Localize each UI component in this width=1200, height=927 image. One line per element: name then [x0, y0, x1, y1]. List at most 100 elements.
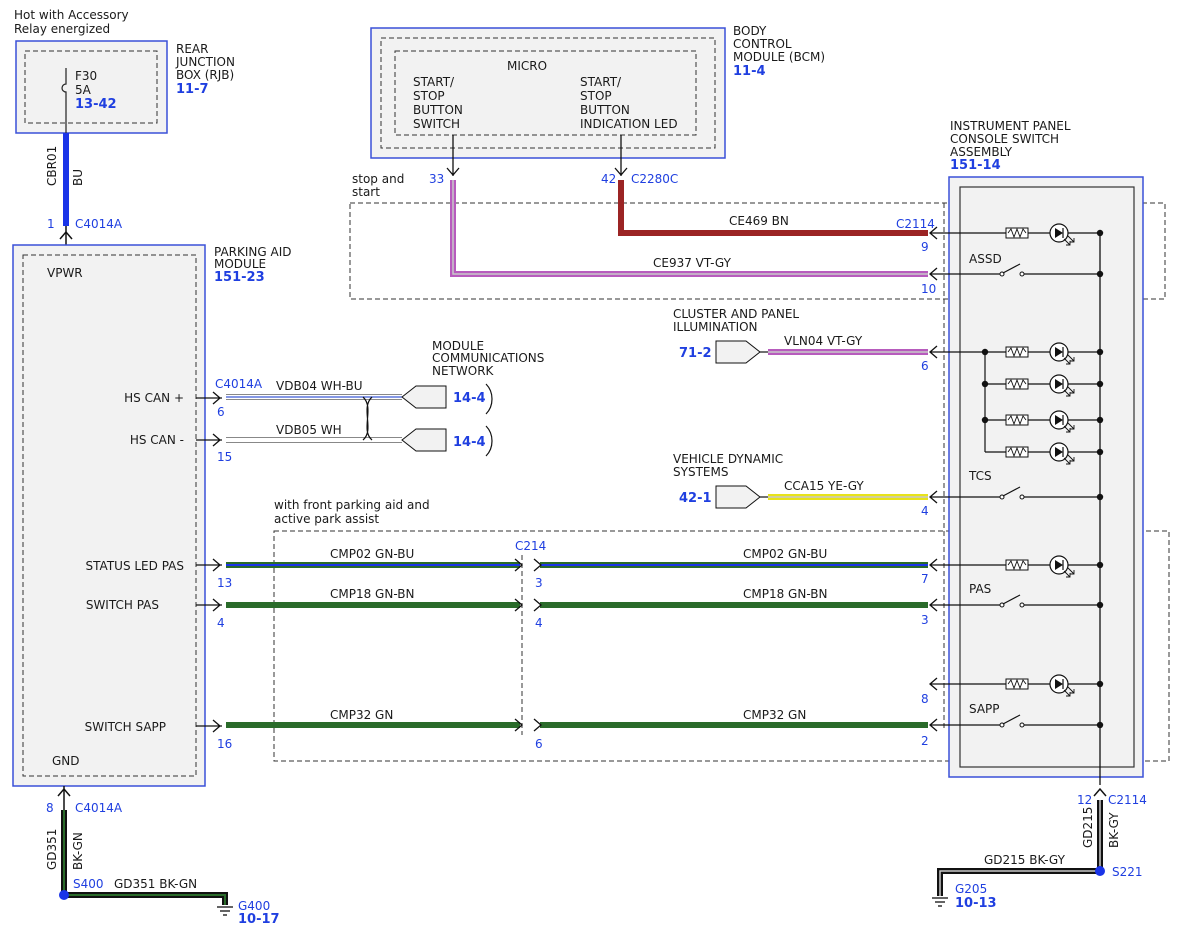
wire-vdb04-label: VDB04 WH-BU: [276, 379, 363, 393]
switch-label-tcs: TCS: [968, 469, 992, 483]
vds-connector-arrow: [715, 485, 761, 509]
twisted-pair-icon: [362, 396, 373, 441]
mcn-bracket: [485, 383, 493, 457]
splice-s400: S400: [73, 877, 104, 891]
pin-pam-15: 15: [217, 450, 232, 464]
fuse-rating: 5A: [75, 83, 92, 97]
pin-bcm-42: 42: [601, 172, 616, 186]
indicator-assd-bus-node: [1096, 229, 1104, 237]
cluster-connector-arrow: [715, 340, 761, 364]
switch-label-assd: ASSD: [969, 252, 1002, 266]
vds-ref-link[interactable]: 42-1: [679, 491, 712, 506]
connector-c2114-bottom: C2114: [1108, 793, 1147, 807]
bcm-left-fn-1: START/: [413, 75, 455, 89]
rear-junction-box[interactable]: F30 5A 13-42: [15, 40, 168, 134]
mcn-ref-minus-link[interactable]: 14-4: [453, 435, 486, 450]
mcn-plus-arrow: [401, 385, 447, 409]
bcm-right-fn-3: BUTTON: [580, 103, 630, 117]
ground-g400-icon: [217, 906, 233, 916]
mcn-ref-plus-link[interactable]: 14-4: [453, 391, 486, 406]
mcn-label-line2: COMMUNICATIONS: [432, 351, 544, 365]
hot-at-line2: Relay energized: [14, 22, 110, 36]
switch-pas-contact-b: [1019, 602, 1025, 608]
pam-gnd-label: GND: [52, 754, 80, 768]
mcn-label: MODULE COMMUNICATIONS NETWORK: [432, 339, 544, 378]
pam-status-led-pas: STATUS LED PAS: [86, 559, 184, 573]
pin-ipcsa-7: 7: [921, 572, 929, 586]
fuse-name: F30: [75, 69, 97, 83]
ground-g205: G205: [955, 882, 987, 896]
pin-rjb-1: 1: [47, 217, 55, 231]
pin-ipcsa-4: 4: [921, 504, 929, 518]
switch-assd-contact-b: [1019, 271, 1025, 277]
indicator-sapp-bus-node: [1096, 680, 1104, 688]
pin-pam-13: 13: [217, 576, 232, 590]
ipcsa-ref-link[interactable]: 151-14: [950, 158, 1001, 173]
wire-vln04-label: VLN04 VT-GY: [784, 334, 863, 348]
wire-cmp18-right-label: CMP18 GN-BN: [743, 587, 827, 601]
option-front-parking-line1: with front parking aid and: [274, 498, 430, 512]
wire-gd215-circuit: GD215: [1081, 807, 1095, 848]
pin-ipcsa-10: 10: [921, 282, 936, 296]
switch-label-pas: PAS: [969, 582, 991, 596]
pam-hs-can-minus: HS CAN -: [130, 433, 184, 447]
rjb-label-line2: JUNCTION: [175, 55, 235, 69]
splice-s400-dot: [59, 890, 69, 900]
bcm-label-line2: CONTROL: [733, 37, 792, 51]
pin-ipcsa-3: 3: [921, 613, 929, 627]
wire-gd351-label: GD351 BK-GN: [114, 877, 197, 891]
wire-cca15-label: CCA15 YE-GY: [784, 479, 864, 493]
connector-c2114-top: C2114: [896, 217, 935, 231]
parking-aid-module[interactable]: [12, 244, 206, 787]
switch-sapp-bus-node: [1096, 721, 1104, 729]
wire-cmp02-left-label: CMP02 GN-BU: [330, 547, 414, 561]
bcm-right-fn-1: START/: [580, 75, 622, 89]
cluster-ref-link[interactable]: 71-2: [679, 346, 712, 361]
vds-label: VEHICLE DYNAMIC SYSTEMS: [673, 452, 783, 479]
wire-cmp18-left-label: CMP18 GN-BN: [330, 587, 414, 601]
ground-g205-ref-link[interactable]: 10-13: [955, 896, 997, 911]
bcm-right-fn-4: INDICATION LED: [580, 117, 678, 131]
wire-ce469-label: CE469 BN: [729, 214, 789, 228]
wire-gd215-color: BK-GY: [1107, 812, 1121, 848]
wire-gd351-color: BK-GN: [71, 832, 85, 870]
illum-node-1: [981, 348, 989, 356]
rjb-label-line1: REAR: [176, 42, 208, 56]
cluster-label-line1: CLUSTER AND PANEL: [673, 307, 799, 321]
pin-ipcsa-12: 12: [1077, 793, 1092, 807]
pam-label: PARKING AID MODULE 151-23: [214, 245, 292, 285]
wire-ce937-label: CE937 VT-GY: [653, 256, 732, 270]
connector-c4014a-mid: C4014A: [215, 377, 263, 391]
vds-label-line2: SYSTEMS: [673, 465, 728, 479]
switch-tcs-bus-node: [1096, 493, 1104, 501]
bcm-ref-link[interactable]: 11-4: [733, 64, 766, 79]
indicator-pas-bus-node: [1096, 561, 1104, 569]
ground-g205-icon: [932, 897, 948, 907]
bcm-label-line1: BODY: [733, 24, 767, 38]
connector-c2280c: C2280C: [631, 172, 678, 186]
pin-bcm-33: 33: [429, 172, 444, 186]
pin-pam-6: 6: [217, 405, 225, 419]
splice-s221-dot: [1095, 866, 1105, 876]
fuse-ref-link[interactable]: 13-42: [75, 97, 117, 112]
connector-arrow-icon: [1093, 787, 1107, 797]
option-stop-start-line2: start: [352, 185, 380, 199]
wire-gd215-label: GD215 BK-GY: [984, 853, 1066, 867]
wire-gd351-circuit: GD351: [45, 829, 59, 870]
pam-ref-link[interactable]: 151-23: [214, 270, 265, 285]
hot-at-note: Hot with Accessory Relay energized: [14, 8, 129, 36]
connector-c214: C214: [515, 539, 546, 553]
rjb-ref-link[interactable]: 11-7: [176, 82, 209, 97]
pam-label-line2: MODULE: [214, 257, 266, 271]
pin-c214-6: 6: [535, 737, 543, 751]
bcm-left-fn-2: STOP: [413, 89, 445, 103]
ground-g400-ref-link[interactable]: 10-17: [238, 912, 280, 927]
switch-sapp-contact-b: [1019, 722, 1025, 728]
pam-switch-sapp: SWITCH SAPP: [85, 720, 166, 734]
switch-assd-bus-node: [1096, 270, 1104, 278]
bcm-left-fn-3: BUTTON: [413, 103, 463, 117]
bcm-label-line3: MODULE (BCM): [733, 50, 825, 64]
illum-node-3: [981, 416, 989, 424]
pin-ipcsa-8: 8: [921, 692, 929, 706]
bcm-micro: MICRO: [507, 59, 547, 73]
